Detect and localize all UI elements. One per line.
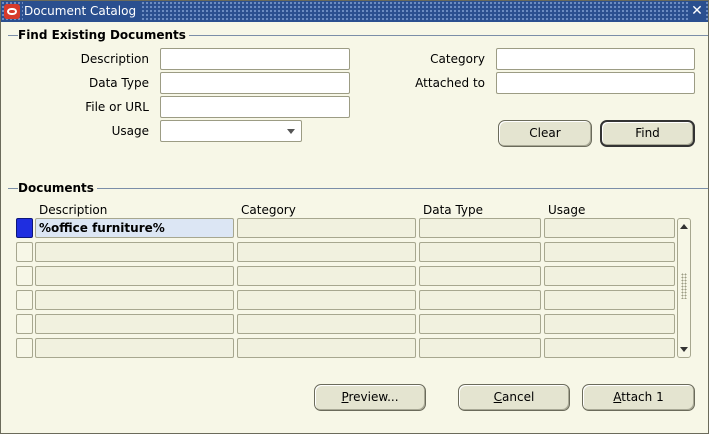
oracle-logo-icon xyxy=(4,4,20,19)
cancel-mnemonic: C xyxy=(493,390,503,404)
table-cell-usage[interactable] xyxy=(544,338,675,358)
table-cell-category[interactable] xyxy=(237,266,416,286)
chevron-down-icon[interactable] xyxy=(287,129,295,134)
table-cell-description[interactable] xyxy=(35,266,234,286)
row-indicator[interactable] xyxy=(16,266,33,286)
table-cell-data-type[interactable] xyxy=(419,218,541,238)
row-indicator[interactable] xyxy=(16,338,33,358)
find-section-title: Find Existing Documents xyxy=(18,28,189,42)
preview-button[interactable]: Preview... xyxy=(314,384,426,411)
attach-label-rest: ttach 1 xyxy=(621,390,664,404)
table-cell-category[interactable] xyxy=(237,314,416,334)
table-cell-description[interactable] xyxy=(35,314,234,334)
table-cell-usage[interactable] xyxy=(544,242,675,262)
category-field[interactable] xyxy=(496,48,695,70)
data-type-field[interactable] xyxy=(160,72,350,94)
preview-mnemonic: P xyxy=(341,390,349,404)
clear-button[interactable]: Clear xyxy=(498,120,592,147)
table-cell-category[interactable] xyxy=(237,218,416,238)
documents-section-title: Documents xyxy=(18,181,97,195)
document-catalog-window: Document Catalog ✕ Find Existing Documen… xyxy=(0,0,709,434)
file-or-url-field[interactable] xyxy=(160,96,350,118)
table-cell-data-type[interactable] xyxy=(419,338,541,358)
table-cell-description[interactable] xyxy=(35,338,234,358)
table-cell-description[interactable]: %office furniture% xyxy=(35,218,234,238)
column-header-description: Description xyxy=(39,203,108,217)
table-cell-category[interactable] xyxy=(237,242,416,262)
row-indicator[interactable] xyxy=(16,314,33,334)
attached-to-label: Attached to xyxy=(415,76,485,90)
category-label: Category xyxy=(430,52,485,66)
table-cell-usage[interactable] xyxy=(544,290,675,310)
column-header-data-type: Data Type xyxy=(423,203,484,217)
table-cell-data-type[interactable] xyxy=(419,266,541,286)
description-label: Description xyxy=(80,52,149,66)
attach-button[interactable]: Attach 1 xyxy=(582,384,695,411)
cancel-label-rest: ancel xyxy=(502,390,535,404)
table-cell-data-type[interactable] xyxy=(419,290,541,310)
attached-to-field[interactable] xyxy=(496,72,695,94)
scroll-down-arrow-icon[interactable] xyxy=(680,347,688,352)
documents-section-divider xyxy=(8,188,708,189)
data-type-label: Data Type xyxy=(88,76,149,90)
row-indicator-selected[interactable] xyxy=(16,218,33,238)
row-indicator[interactable] xyxy=(16,242,33,262)
table-cell-description[interactable] xyxy=(35,242,234,262)
usage-select[interactable] xyxy=(160,120,302,142)
column-header-category: Category xyxy=(241,203,296,217)
table-cell-usage[interactable] xyxy=(544,266,675,286)
description-field[interactable] xyxy=(160,48,350,70)
table-cell-description[interactable] xyxy=(35,290,234,310)
table-cell-category[interactable] xyxy=(237,338,416,358)
table-cell-data-type[interactable] xyxy=(419,242,541,262)
row-indicator[interactable] xyxy=(16,290,33,310)
resize-grip-icon[interactable] xyxy=(681,273,687,299)
window-title: Document Catalog xyxy=(23,1,142,22)
scroll-up-arrow-icon[interactable] xyxy=(680,224,688,229)
table-cell-usage[interactable] xyxy=(544,218,675,238)
table-cell-category[interactable] xyxy=(237,290,416,310)
cancel-button[interactable]: Cancel xyxy=(458,384,570,411)
column-header-usage: Usage xyxy=(548,203,586,217)
title-bar[interactable]: Document Catalog ✕ xyxy=(1,1,708,22)
table-cell-data-type[interactable] xyxy=(419,314,541,334)
file-or-url-label: File or URL xyxy=(85,100,149,114)
usage-label: Usage xyxy=(111,124,149,138)
table-cell-usage[interactable] xyxy=(544,314,675,334)
preview-label-rest: review... xyxy=(348,390,399,404)
find-button[interactable]: Find xyxy=(600,120,695,147)
close-icon[interactable]: ✕ xyxy=(688,1,706,22)
